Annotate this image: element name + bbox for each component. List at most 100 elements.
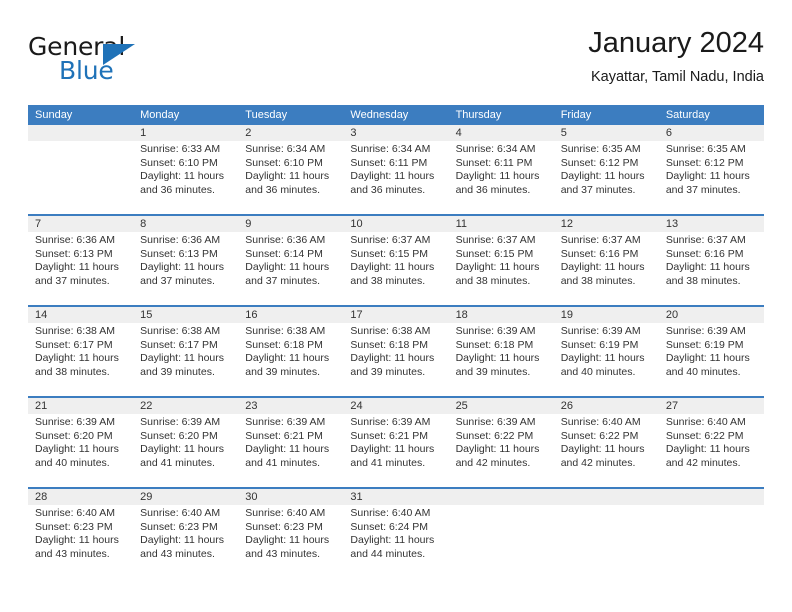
calendar-day-cell[interactable]: 11 Sunrise: 6:37 AM Sunset: 6:15 PM Dayligh…: [449, 216, 554, 305]
daylight-text-line1: Daylight: 11 hours: [455, 352, 540, 364]
daylight-text-line1: Daylight: 11 hours: [245, 170, 330, 182]
day-sun-info: Sunrise: 6:35 AM Sunset: 6:12 PM Daylight:…: [561, 143, 652, 197]
calendar-day-cell[interactable]: 29 Sunrise: 6:40 AM Sunset: 6:23 PM Dayligh…: [133, 489, 238, 578]
sunrise-text: Sunrise: 6:39 AM: [35, 416, 115, 428]
sunset-text: Sunset: 6:19 PM: [665, 338, 744, 351]
sunrise-text: Sunrise: 6:37 AM: [560, 234, 641, 246]
sunrise-text: Sunrise: 6:40 AM: [245, 507, 326, 519]
sunset-text: Sunset: 6:18 PM: [245, 338, 323, 351]
sunrise-text: Sunrise: 6:35 AM: [665, 143, 746, 155]
calendar-day-cell[interactable]: 19 Sunrise: 6:39 AM Sunset: 6:19 PM Dayligh…: [554, 307, 659, 396]
daylight-text-line1: Daylight: 11 hours: [665, 170, 750, 182]
day-number: 24: [350, 400, 363, 412]
sunset-text: Sunset: 6:23 PM: [245, 520, 323, 533]
general-blue-logo[interactable]: General Blue: [28, 32, 208, 94]
daylight-text-line1: Daylight: 11 hours: [350, 534, 435, 546]
calendar-day-cell[interactable]: 24 Sunrise: 6:39 AM Sunset: 6:21 PM Dayligh…: [343, 398, 448, 487]
day-number: 22: [140, 400, 153, 412]
calendar-day-cell[interactable]: 5 Sunrise: 6:35 AM Sunset: 6:12 PM Daylight…: [554, 125, 659, 214]
calendar-day-cell[interactable]: 9 Sunrise: 6:36 AM Sunset: 6:14 PM Daylight…: [238, 216, 343, 305]
day-number: 28: [35, 491, 48, 503]
title-block: January 2024 Kayattar, Tamil Nadu, India: [588, 26, 764, 86]
day-sun-info: Sunrise: 6:39 AM Sunset: 6:21 PM Daylight:…: [350, 416, 441, 470]
day-sun-info: Sunrise: 6:34 AM Sunset: 6:11 PM Daylight:…: [456, 143, 547, 197]
day-sun-info: Sunrise: 6:39 AM Sunset: 6:20 PM Daylight:…: [140, 416, 231, 470]
sunset-text: Sunset: 6:18 PM: [455, 338, 534, 351]
day-sun-info: Sunrise: 6:38 AM Sunset: 6:18 PM Daylight:…: [350, 325, 441, 379]
calendar-day-cell[interactable]: 6 Sunrise: 6:35 AM Sunset: 6:12 PM Daylight…: [659, 125, 764, 214]
sunset-text: Sunset: 6:23 PM: [35, 520, 113, 533]
day-sun-info: Sunrise: 6:39 AM Sunset: 6:19 PM Daylight:…: [666, 325, 757, 379]
sunrise-text: Sunrise: 6:38 AM: [245, 325, 326, 337]
day-sun-info: Sunrise: 6:40 AM Sunset: 6:22 PM Daylight:…: [561, 416, 652, 470]
daylight-text-line1: Daylight: 11 hours: [455, 261, 540, 273]
calendar-day-cell[interactable]: 1 Sunrise: 6:33 AM Sunset: 6:10 PM Daylight…: [133, 125, 238, 214]
calendar-day-cell[interactable]: 20 Sunrise: 6:39 AM Sunset: 6:19 PM Dayligh…: [659, 307, 764, 396]
calendar-day-cell[interactable]: 18 Sunrise: 6:39 AM Sunset: 6:18 PM Dayligh…: [449, 307, 554, 396]
sunset-text: Sunset: 6:20 PM: [35, 429, 113, 442]
sunrise-text: Sunrise: 6:38 AM: [350, 325, 431, 337]
daylight-text-line1: Daylight: 11 hours: [455, 443, 540, 455]
day-sun-info: Sunrise: 6:34 AM Sunset: 6:11 PM Daylight:…: [350, 143, 441, 197]
weekday-header-tuesday: Tuesday: [245, 109, 288, 121]
day-sun-info: Sunrise: 6:39 AM Sunset: 6:20 PM Daylight:…: [35, 416, 126, 470]
sunset-text: Sunset: 6:13 PM: [35, 247, 113, 260]
calendar-day-cell[interactable]: 13 Sunrise: 6:37 AM Sunset: 6:16 PM Dayligh…: [659, 216, 764, 305]
calendar-grid: Sunday Monday Tuesday Wednesday Thursday Frid…: [28, 105, 764, 578]
daylight-text-line1: Daylight: 11 hours: [245, 261, 330, 273]
sunrise-text: Sunrise: 6:39 AM: [245, 416, 326, 428]
daylight-text-line2: and 40 minutes.: [560, 365, 636, 378]
sunrise-text: Sunrise: 6:34 AM: [350, 143, 431, 155]
calendar-day-cell[interactable]: 2 Sunrise: 6:34 AM Sunset: 6:10 PM Daylight…: [238, 125, 343, 214]
daylight-text-line1: Daylight: 11 hours: [245, 534, 330, 546]
calendar-day-cell[interactable]: 12 Sunrise: 6:37 AM Sunset: 6:16 PM Dayligh…: [554, 216, 659, 305]
day-sun-info: Sunrise: 6:35 AM Sunset: 6:12 PM Daylight:…: [666, 143, 757, 197]
calendar-day-cell[interactable]: 22 Sunrise: 6:39 AM Sunset: 6:20 PM Dayligh…: [133, 398, 238, 487]
calendar-day-cell[interactable]: 16 Sunrise: 6:38 AM Sunset: 6:18 PM Dayligh…: [238, 307, 343, 396]
calendar-day-cell[interactable]: 4 Sunrise: 6:34 AM Sunset: 6:11 PM Daylight…: [449, 125, 554, 214]
sunrise-text: Sunrise: 6:36 AM: [140, 234, 221, 246]
daylight-text-line1: Daylight: 11 hours: [560, 352, 645, 364]
calendar-day-cell[interactable]: 10 Sunrise: 6:37 AM Sunset: 6:15 PM Dayligh…: [343, 216, 448, 305]
calendar-day-cell[interactable]: 14 Sunrise: 6:38 AM Sunset: 6:17 PM Dayligh…: [28, 307, 133, 396]
daylight-text-line2: and 42 minutes.: [665, 456, 741, 469]
sunrise-text: Sunrise: 6:40 AM: [35, 507, 115, 519]
calendar-day-cell[interactable]: 15 Sunrise: 6:38 AM Sunset: 6:17 PM Dayligh…: [133, 307, 238, 396]
sunset-text: Sunset: 6:15 PM: [455, 247, 534, 260]
day-sun-info: Sunrise: 6:38 AM Sunset: 6:17 PM Daylight:…: [35, 325, 126, 379]
calendar-day-cell[interactable]: 23 Sunrise: 6:39 AM Sunset: 6:21 PM Dayligh…: [238, 398, 343, 487]
day-number: 23: [245, 400, 258, 412]
daylight-text-line1: Daylight: 11 hours: [560, 261, 645, 273]
calendar-day-cell[interactable]: 25 Sunrise: 6:39 AM Sunset: 6:22 PM Dayligh…: [449, 398, 554, 487]
daylight-text-line1: Daylight: 11 hours: [245, 443, 330, 455]
calendar-day-cell-empty: [659, 489, 764, 578]
calendar-day-cell[interactable]: 26 Sunrise: 6:40 AM Sunset: 6:22 PM Dayligh…: [554, 398, 659, 487]
sunrise-text: Sunrise: 6:33 AM: [140, 143, 221, 155]
weekday-header-row: Sunday Monday Tuesday Wednesday Thursday Frid…: [28, 105, 764, 125]
calendar-day-cell[interactable]: 8 Sunrise: 6:36 AM Sunset: 6:13 PM Daylight…: [133, 216, 238, 305]
day-number: 6: [665, 127, 672, 139]
day-number: 29: [140, 491, 153, 503]
calendar-day-cell[interactable]: 17 Sunrise: 6:38 AM Sunset: 6:18 PM Dayligh…: [343, 307, 448, 396]
day-number: 8: [140, 218, 147, 230]
calendar-week-row: 1 Sunrise: 6:33 AM Sunset: 6:10 PM Daylight…: [28, 125, 764, 214]
sunset-text: Sunset: 6:24 PM: [350, 520, 429, 533]
daylight-text-line2: and 43 minutes.: [140, 547, 215, 560]
sunrise-text: Sunrise: 6:38 AM: [35, 325, 115, 337]
calendar-week-row: 7 Sunrise: 6:36 AM Sunset: 6:13 PM Daylight…: [28, 214, 764, 305]
calendar-day-cell[interactable]: 27 Sunrise: 6:40 AM Sunset: 6:22 PM Dayligh…: [659, 398, 764, 487]
daylight-text-line1: Daylight: 11 hours: [140, 170, 224, 182]
calendar-day-cell[interactable]: 30 Sunrise: 6:40 AM Sunset: 6:23 PM Dayligh…: [238, 489, 343, 578]
calendar-day-cell[interactable]: 7 Sunrise: 6:36 AM Sunset: 6:13 PM Daylight…: [28, 216, 133, 305]
calendar-day-cell[interactable]: 21 Sunrise: 6:39 AM Sunset: 6:20 PM Dayligh…: [28, 398, 133, 487]
calendar-day-cell[interactable]: 3 Sunrise: 6:34 AM Sunset: 6:11 PM Daylight…: [343, 125, 448, 214]
sunset-text: Sunset: 6:23 PM: [140, 520, 218, 533]
calendar-day-cell[interactable]: 31 Sunrise: 6:40 AM Sunset: 6:24 PM Dayligh…: [343, 489, 448, 578]
day-sun-info: Sunrise: 6:40 AM Sunset: 6:22 PM Daylight:…: [666, 416, 757, 470]
weekday-header-wednesday: Wednesday: [350, 109, 409, 121]
weekday-header-monday: Monday: [140, 109, 180, 121]
sunset-text: Sunset: 6:20 PM: [140, 429, 218, 442]
calendar-day-cell[interactable]: 28 Sunrise: 6:40 AM Sunset: 6:23 PM Dayligh…: [28, 489, 133, 578]
sunset-text: Sunset: 6:10 PM: [140, 156, 218, 169]
daylight-text-line2: and 43 minutes.: [245, 547, 320, 560]
